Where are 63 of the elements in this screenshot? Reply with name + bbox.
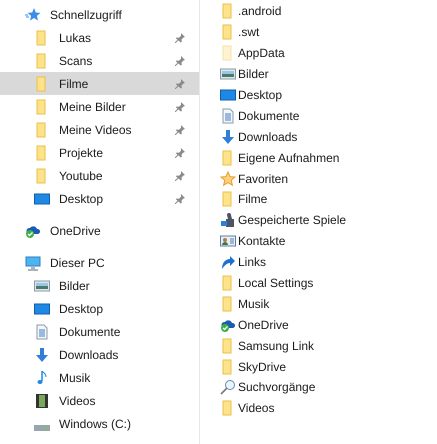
file-item[interactable]: .android bbox=[220, 1, 437, 22]
contact-card-icon bbox=[220, 233, 236, 250]
pin-icon[interactable] bbox=[175, 56, 185, 66]
navigation-item[interactable]: Musik bbox=[0, 366, 199, 389]
star-icon bbox=[220, 170, 236, 187]
document-icon bbox=[220, 108, 236, 124]
navigation-item[interactable]: Dieser PC bbox=[0, 251, 199, 274]
download-arrow-icon bbox=[220, 128, 236, 145]
file-item[interactable]: Links bbox=[220, 252, 437, 273]
navigation-item[interactable]: Meine Bilder bbox=[0, 95, 199, 118]
desktop-icon bbox=[34, 190, 50, 206]
magnifier-icon bbox=[220, 379, 236, 396]
desktop-icon bbox=[34, 300, 50, 316]
navigation-item[interactable]: Lukas bbox=[0, 26, 199, 49]
navigation-item[interactable]: OneDrive bbox=[0, 219, 199, 242]
file-item[interactable]: SkyDrive bbox=[220, 356, 437, 378]
file-item[interactable]: Gespeicherte Spiele bbox=[220, 210, 437, 231]
file-item[interactable]: Dokumente bbox=[220, 105, 437, 126]
file-item[interactable]: Samsung Link bbox=[220, 335, 437, 356]
file-item[interactable]: Videos bbox=[220, 398, 437, 419]
file-item[interactable]: Suchvorgänge bbox=[220, 377, 437, 398]
navigation-item[interactable]: Desktop bbox=[0, 187, 199, 210]
file-item[interactable]: Kontakte bbox=[220, 230, 437, 252]
arrow-icon bbox=[220, 254, 236, 270]
computer-icon bbox=[25, 254, 41, 270]
file-item[interactable]: Bilder bbox=[220, 64, 437, 85]
drive-icon bbox=[34, 424, 50, 430]
pin-icon[interactable] bbox=[175, 194, 185, 204]
navigation-item[interactable]: Projekte bbox=[0, 141, 199, 164]
navigation-item[interactable]: Downloads bbox=[0, 343, 199, 366]
file-item[interactable]: Local Settings bbox=[220, 272, 437, 294]
pin-icon[interactable] bbox=[175, 78, 185, 88]
navigation-item[interactable]: Dokumente bbox=[0, 320, 199, 343]
navigation-item[interactable]: Windows (C:) bbox=[0, 412, 199, 435]
navigation-item[interactable]: Desktop bbox=[0, 297, 199, 320]
file-item[interactable]: AppData bbox=[220, 42, 437, 64]
pin-icon[interactable] bbox=[175, 124, 185, 134]
pin-icon[interactable] bbox=[175, 102, 185, 112]
file-item[interactable]: Downloads bbox=[220, 126, 437, 148]
navigation-item[interactable]: Youtube bbox=[0, 164, 199, 187]
navigation-item[interactable]: Meine Videos bbox=[0, 118, 199, 141]
file-item[interactable]: .swt bbox=[220, 22, 437, 43]
file-item[interactable]: Filme bbox=[220, 189, 437, 210]
pin-icon[interactable] bbox=[175, 170, 185, 180]
picture-icon bbox=[34, 278, 50, 294]
pin-icon[interactable] bbox=[175, 32, 185, 42]
document-icon bbox=[34, 324, 50, 340]
desktop-icon bbox=[220, 87, 236, 103]
file-item[interactable]: Musik bbox=[220, 293, 437, 314]
file-item[interactable]: Favoriten bbox=[220, 168, 437, 190]
navigation-item[interactable]: Videos bbox=[0, 389, 199, 412]
pin-icon[interactable] bbox=[175, 148, 185, 158]
star-icon bbox=[25, 6, 41, 22]
download-arrow-icon bbox=[34, 346, 50, 362]
film-icon bbox=[34, 392, 50, 408]
file-item[interactable]: Eigene Aufnahmen bbox=[220, 147, 437, 168]
navigation-item[interactable]: Scans bbox=[0, 49, 199, 72]
navigation-item[interactable]: Filme bbox=[0, 72, 199, 95]
navigation-item[interactable]: Schnellzugriff bbox=[0, 3, 199, 26]
file-item[interactable]: OneDrive bbox=[220, 314, 437, 336]
file-item[interactable]: Desktop bbox=[220, 84, 437, 106]
navigation-item[interactable]: Bilder bbox=[0, 274, 199, 297]
picture-icon bbox=[220, 66, 236, 82]
